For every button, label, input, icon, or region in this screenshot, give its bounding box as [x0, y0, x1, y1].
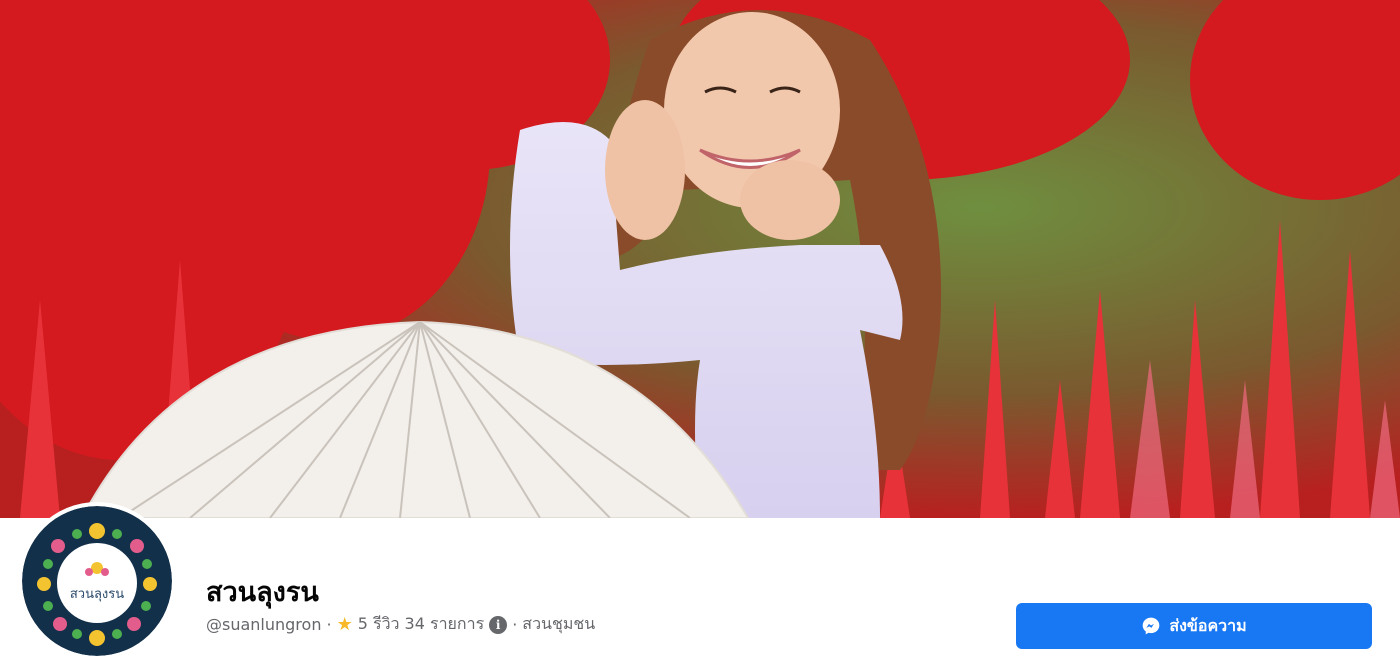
profile-avatar[interactable]: สวนลุงรน: [22, 506, 172, 656]
messenger-icon: [1142, 617, 1160, 635]
star-icon: ★: [336, 613, 353, 635]
page-title[interactable]: สวนลุงรน: [206, 570, 319, 613]
send-message-button[interactable]: ส่งข้อความ: [1016, 603, 1372, 649]
avatar-logo: สวนลุงรน: [22, 506, 172, 656]
separator: ·: [326, 615, 332, 634]
separator: ·: [512, 615, 518, 634]
page-handle: @suanlungron: [206, 615, 322, 634]
page-meta: @suanlungron · ★ 5 รีวิว 34 รายการ i · ส…: [206, 612, 595, 637]
cover-image: [0, 0, 1400, 518]
avatar-text: สวนลุงรน: [70, 587, 124, 602]
rating-text[interactable]: 5 รีวิว: [358, 612, 400, 637]
send-message-label: ส่งข้อความ: [1169, 615, 1247, 635]
info-icon[interactable]: i: [489, 615, 508, 634]
cover-photo[interactable]: [0, 0, 1400, 518]
reviews-count[interactable]: 34 รายการ: [405, 612, 485, 637]
page-category[interactable]: สวนชุมชน: [522, 612, 595, 637]
